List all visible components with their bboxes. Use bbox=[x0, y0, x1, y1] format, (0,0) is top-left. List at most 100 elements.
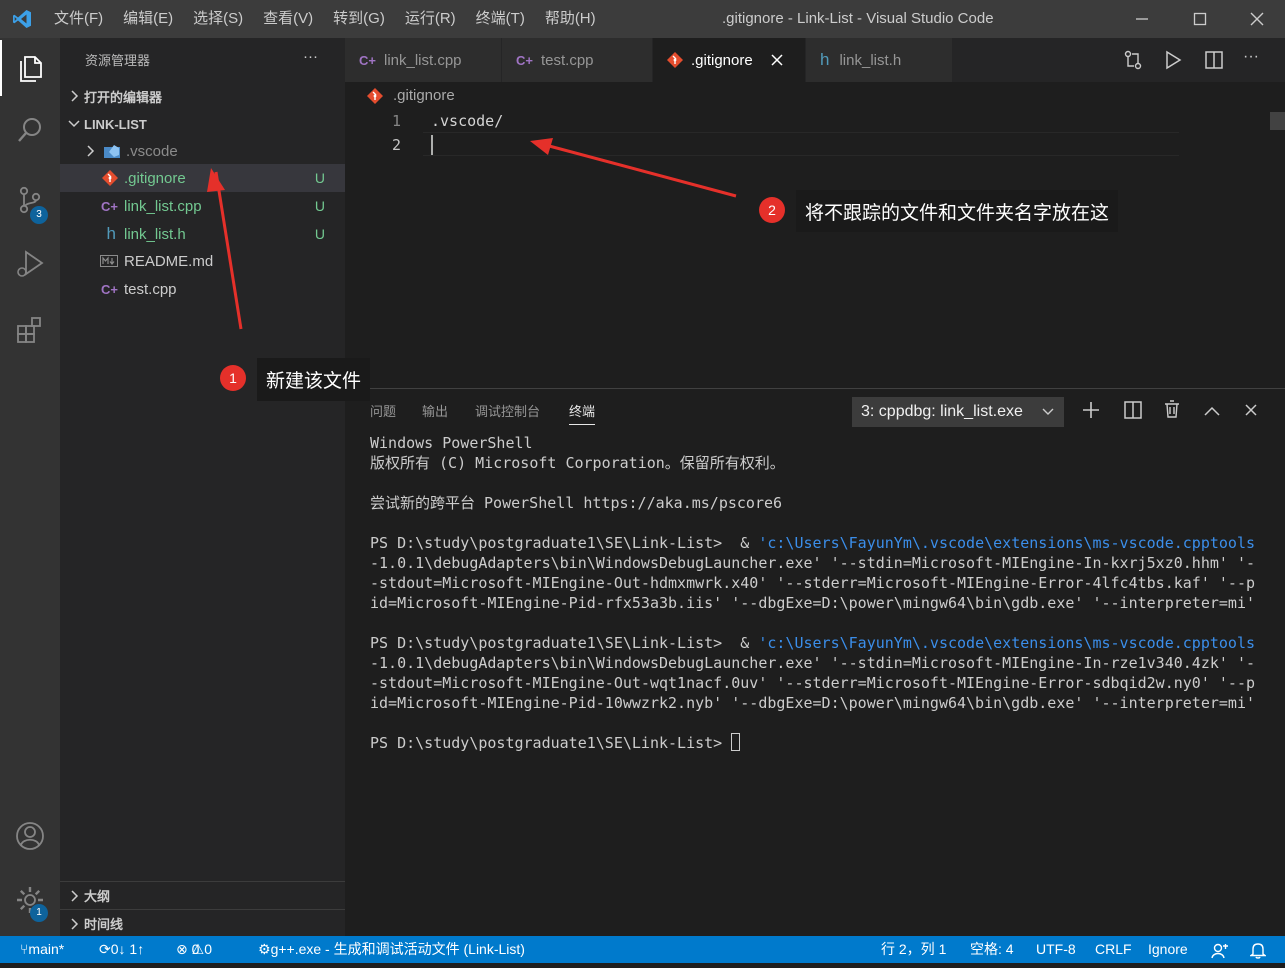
vscode-folder-icon bbox=[100, 143, 124, 159]
maximize-panel-icon[interactable] bbox=[1204, 403, 1220, 421]
run-icon[interactable] bbox=[1163, 50, 1183, 75]
trash-icon[interactable] bbox=[1164, 400, 1180, 423]
timeline-section[interactable]: 时间线 bbox=[60, 909, 345, 937]
source-control-icon[interactable]: 3 bbox=[0, 172, 60, 228]
cursor-position[interactable]: 行 2，列 1 bbox=[881, 936, 946, 963]
terminal-cursor bbox=[731, 733, 741, 751]
tree-item-readme[interactable]: README.md bbox=[60, 247, 345, 275]
terminal-arg: 'c:\Users\FayunYm\.vscode\extensions\ms-… bbox=[758, 634, 1256, 652]
chevron-down-icon bbox=[64, 119, 84, 129]
close-panel-icon[interactable] bbox=[1245, 403, 1257, 421]
problems-indicator[interactable]: ⊗ 0 ⚠ 0 bbox=[176, 936, 212, 963]
menu-help[interactable]: 帮助(H) bbox=[535, 0, 606, 38]
close-tab-icon[interactable] bbox=[771, 54, 783, 66]
terminal-line: Windows PowerShell bbox=[370, 434, 533, 452]
outline-section[interactable]: 大纲 bbox=[60, 881, 345, 909]
menu-selection[interactable]: 选择(S) bbox=[183, 0, 253, 38]
tree-item-link-list-h[interactable]: h link_list.h U bbox=[60, 220, 345, 248]
run-debug-icon[interactable] bbox=[0, 236, 60, 292]
tab-test-cpp[interactable]: C+ test.cpp bbox=[502, 38, 652, 82]
tab-debug-console[interactable]: 调试控制台 bbox=[475, 401, 540, 420]
tab-terminal[interactable]: 终端 bbox=[569, 401, 596, 425]
current-line-highlight bbox=[423, 132, 1179, 156]
scrollbar-thumb[interactable] bbox=[1270, 112, 1285, 130]
close-window-button[interactable] bbox=[1233, 0, 1281, 38]
cpp-file-icon: C+ bbox=[516, 52, 533, 68]
indentation[interactable]: 空格: 4 bbox=[970, 936, 1014, 963]
menu-run[interactable]: 运行(R) bbox=[395, 0, 466, 38]
feedback-icon[interactable] bbox=[1211, 941, 1229, 968]
text-cursor bbox=[431, 135, 433, 155]
terminal-input-line[interactable]: PS D:\study\postgraduate1\SE\Link-List> bbox=[370, 733, 741, 753]
terminal-arg: 'c:\Users\FayunYm\.vscode\extensions\ms-… bbox=[758, 534, 1256, 552]
more-actions-button[interactable]: ··· bbox=[303, 48, 318, 65]
breadcrumb[interactable]: .gitignore bbox=[367, 87, 455, 104]
tab-label: link_list.cpp bbox=[383, 51, 462, 69]
extensions-icon[interactable] bbox=[0, 302, 60, 358]
explorer-icon[interactable] bbox=[0, 40, 60, 96]
code-line[interactable]: .vscode/ bbox=[431, 112, 503, 130]
terminal-prompt: PS D:\study\postgraduate1\SE\Link-List> … bbox=[370, 534, 759, 552]
terminal-prompt: PS D:\study\postgraduate1\SE\Link-List> … bbox=[370, 634, 759, 652]
language-mode[interactable]: Ignore bbox=[1148, 936, 1188, 963]
project-label: LINK-LIST bbox=[84, 116, 147, 132]
menu-view[interactable]: 查看(V) bbox=[253, 0, 323, 38]
chevron-right-icon bbox=[64, 917, 84, 930]
minimize-button[interactable] bbox=[1118, 0, 1166, 38]
encoding[interactable]: UTF-8 bbox=[1036, 936, 1076, 963]
tab-problems[interactable]: 问题 bbox=[370, 401, 396, 420]
tab-link-list-h[interactable]: h link_list.h bbox=[806, 38, 952, 82]
terminal-panel: 问题 输出 调试控制台 终端 3: cppdbg: link_list.exe … bbox=[345, 388, 1285, 936]
breadcrumb-file: .gitignore bbox=[393, 87, 455, 104]
search-icon[interactable] bbox=[0, 102, 60, 158]
terminal-line: PS D:\study\postgraduate1\SE\Link-List> … bbox=[370, 633, 1255, 653]
menu-terminal[interactable]: 终端(T) bbox=[466, 0, 535, 38]
explorer-header: 资源管理器 bbox=[85, 53, 151, 68]
chevron-right-icon bbox=[64, 90, 84, 102]
tree-item-vscode-folder[interactable]: .vscode bbox=[60, 137, 345, 165]
split-terminal-icon[interactable] bbox=[1124, 401, 1142, 424]
header-file-icon: h bbox=[820, 50, 830, 69]
menu-file[interactable]: 文件(F) bbox=[44, 0, 113, 38]
terminal-prompt: PS D:\study\postgraduate1\SE\Link-List> bbox=[370, 734, 732, 752]
cpp-file-icon: C+ bbox=[101, 281, 118, 297]
terminal-select[interactable]: 3: cppdbg: link_list.exe bbox=[852, 397, 1064, 427]
step-number-badge: 2 bbox=[759, 197, 785, 223]
build-task-indicator[interactable]: ⚙ g++.exe - 生成和调试活动文件 (Link-List) bbox=[258, 936, 525, 963]
tree-item-test-cpp[interactable]: C+ test.cpp bbox=[60, 275, 345, 303]
settings-gear-icon[interactable]: 1 bbox=[0, 872, 60, 928]
maximize-button[interactable] bbox=[1176, 0, 1224, 38]
menu-go[interactable]: 转到(G) bbox=[323, 0, 395, 38]
status-bar: ⑂ main* ⟳ 0↓ 1↑ ⊗ 0 ⚠ 0 ⚙ g++.exe - 生成和调… bbox=[0, 936, 1285, 963]
sync-indicator[interactable]: ⟳ 0↓ 1↑ bbox=[99, 936, 144, 963]
new-terminal-icon[interactable] bbox=[1082, 401, 1100, 424]
compare-changes-icon[interactable] bbox=[1123, 50, 1143, 75]
timeline-label: 时间线 bbox=[84, 917, 124, 932]
tab-label: test.cpp bbox=[540, 51, 594, 69]
split-editor-icon[interactable] bbox=[1204, 50, 1224, 75]
menu-edit[interactable]: 编辑(E) bbox=[113, 0, 183, 38]
line-number: 2 bbox=[391, 136, 401, 154]
line-ending[interactable]: CRLF bbox=[1095, 936, 1132, 963]
accounts-icon[interactable] bbox=[0, 808, 60, 864]
tree-item-gitignore[interactable]: .gitignore U bbox=[60, 164, 345, 192]
scm-badge: 3 bbox=[30, 206, 48, 224]
open-editors-section[interactable]: 打开的编辑器 bbox=[60, 82, 345, 110]
git-file-icon bbox=[367, 87, 383, 104]
notifications-bell-icon[interactable] bbox=[1248, 941, 1268, 968]
tab-gitignore[interactable]: .gitignore bbox=[653, 38, 805, 82]
menu-bar: 文件(F) 编辑(E) 选择(S) 查看(V) 转到(G) 运行(R) 终端(T… bbox=[44, 0, 606, 38]
project-section[interactable]: LINK-LIST bbox=[60, 110, 345, 138]
branch-indicator[interactable]: ⑂ main* bbox=[20, 936, 64, 963]
explorer-sidebar: 资源管理器 ··· 打开的编辑器 LINK-LIST .vscode .giti… bbox=[60, 38, 345, 936]
tab-output[interactable]: 输出 bbox=[422, 401, 448, 420]
file-name: .gitignore bbox=[124, 169, 186, 187]
editor-tabs: C+ link_list.cpp C+ test.cpp .gitignore … bbox=[345, 38, 1285, 82]
tab-link-list-cpp[interactable]: C+ link_list.cpp bbox=[345, 38, 501, 82]
tree-item-link-list-cpp[interactable]: C+ link_list.cpp U bbox=[60, 192, 345, 220]
terminal-select-value: 3: cppdbg: link_list.exe bbox=[861, 403, 1023, 420]
cpp-file-icon: C+ bbox=[101, 198, 118, 214]
editor-area[interactable]: .gitignore 1 .vscode/ 2 bbox=[345, 82, 1285, 388]
chevron-right-icon bbox=[80, 145, 100, 157]
more-actions-icon[interactable]: ··· bbox=[1243, 48, 1259, 66]
